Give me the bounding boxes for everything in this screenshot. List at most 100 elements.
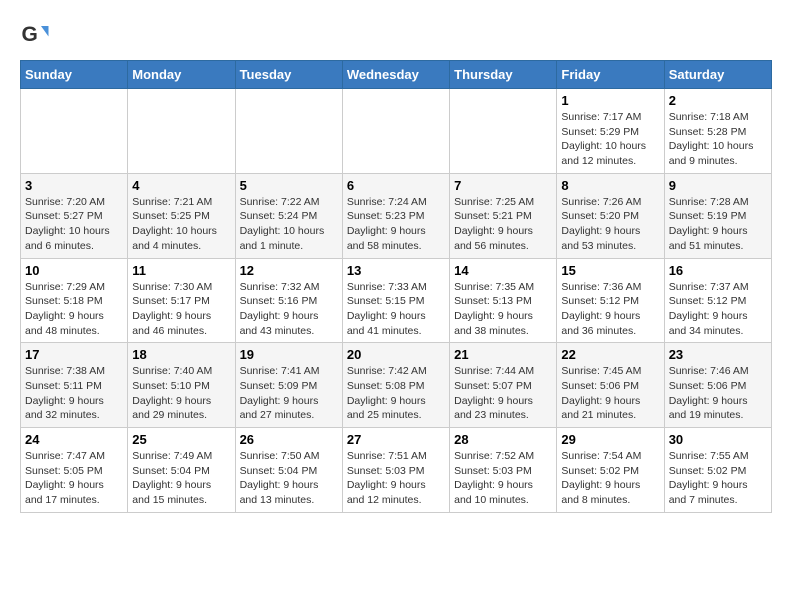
day-info: Sunrise: 7:28 AM Sunset: 5:19 PM Dayligh…	[669, 195, 767, 254]
calendar-cell: 20Sunrise: 7:42 AM Sunset: 5:08 PM Dayli…	[342, 343, 449, 428]
calendar-cell: 29 Sunrise: 7:54 AM Sunset: 5:02 PM Dayli…	[557, 428, 664, 513]
day-info: Sunrise: 7:44 AM Sunset: 5:07 PM Dayligh…	[454, 364, 552, 423]
weekday-header: Friday	[557, 61, 664, 89]
calendar-cell: 2 Sunrise: 7:18 AM Sunset: 5:28 PM Daylig…	[664, 89, 771, 174]
calendar-cell: 10 Sunrise: 7:29 AM Sunset: 5:18 PM Dayli…	[21, 258, 128, 343]
day-number: 4	[132, 178, 230, 193]
day-info: Sunrise: 7:33 AM Sunset: 5:15 PM Dayligh…	[347, 280, 445, 339]
day-info: Sunrise: 7:49 AM Sunset: 5:04 PM Dayligh…	[132, 449, 230, 508]
day-info: Sunrise: 7:46 AM Sunset: 5:06 PM Dayligh…	[669, 364, 767, 423]
calendar-cell: 14Sunrise: 7:35 AM Sunset: 5:13 PM Dayli…	[450, 258, 557, 343]
day-info: Sunrise: 7:35 AM Sunset: 5:13 PM Dayligh…	[454, 280, 552, 339]
day-number: 11	[132, 263, 230, 278]
calendar-cell: 11 Sunrise: 7:30 AM Sunset: 5:17 PM Dayli…	[128, 258, 235, 343]
day-number: 10	[25, 263, 123, 278]
day-info: Sunrise: 7:18 AM Sunset: 5:28 PM Dayligh…	[669, 110, 767, 169]
calendar-cell: 25 Sunrise: 7:49 AM Sunset: 5:04 PM Dayli…	[128, 428, 235, 513]
weekday-header: Sunday	[21, 61, 128, 89]
day-info: Sunrise: 7:54 AM Sunset: 5:02 PM Dayligh…	[561, 449, 659, 508]
day-number: 2	[669, 93, 767, 108]
day-info: Sunrise: 7:26 AM Sunset: 5:20 PM Dayligh…	[561, 195, 659, 254]
weekday-header: Thursday	[450, 61, 557, 89]
day-info: Sunrise: 7:36 AM Sunset: 5:12 PM Dayligh…	[561, 280, 659, 339]
day-info: Sunrise: 7:21 AM Sunset: 5:25 PM Dayligh…	[132, 195, 230, 254]
calendar-cell: 19 Sunrise: 7:41 AM Sunset: 5:09 PM Dayli…	[235, 343, 342, 428]
day-info: Sunrise: 7:17 AM Sunset: 5:29 PM Dayligh…	[561, 110, 659, 169]
day-number: 17	[25, 347, 123, 362]
day-number: 9	[669, 178, 767, 193]
day-number: 18	[132, 347, 230, 362]
calendar-cell	[450, 89, 557, 174]
calendar-cell: 13 Sunrise: 7:33 AM Sunset: 5:15 PM Dayli…	[342, 258, 449, 343]
day-number: 24	[25, 432, 123, 447]
day-number: 16	[669, 263, 767, 278]
weekday-header: Tuesday	[235, 61, 342, 89]
day-info: Sunrise: 7:30 AM Sunset: 5:17 PM Dayligh…	[132, 280, 230, 339]
calendar-week-row: 24 Sunrise: 7:47 AM Sunset: 5:05 PM Dayli…	[21, 428, 772, 513]
weekday-header: Wednesday	[342, 61, 449, 89]
day-number: 23	[669, 347, 767, 362]
weekday-header: Saturday	[664, 61, 771, 89]
day-number: 27	[347, 432, 445, 447]
day-info: Sunrise: 7:40 AM Sunset: 5:10 PM Dayligh…	[132, 364, 230, 423]
day-number: 15	[561, 263, 659, 278]
day-info: Sunrise: 7:37 AM Sunset: 5:12 PM Dayligh…	[669, 280, 767, 339]
day-info: Sunrise: 7:45 AM Sunset: 5:06 PM Dayligh…	[561, 364, 659, 423]
day-number: 1	[561, 93, 659, 108]
day-info: Sunrise: 7:32 AM Sunset: 5:16 PM Dayligh…	[240, 280, 338, 339]
day-number: 20	[347, 347, 445, 362]
calendar-week-row: 10 Sunrise: 7:29 AM Sunset: 5:18 PM Dayli…	[21, 258, 772, 343]
calendar-cell	[235, 89, 342, 174]
calendar-cell: 8 Sunrise: 7:26 AM Sunset: 5:20 PM Daylig…	[557, 173, 664, 258]
logo-icon: G	[20, 20, 50, 50]
day-info: Sunrise: 7:25 AM Sunset: 5:21 PM Dayligh…	[454, 195, 552, 254]
day-number: 13	[347, 263, 445, 278]
day-number: 8	[561, 178, 659, 193]
calendar-cell: 30 Sunrise: 7:55 AM Sunset: 5:02 PM Dayli…	[664, 428, 771, 513]
day-info: Sunrise: 7:41 AM Sunset: 5:09 PM Dayligh…	[240, 364, 338, 423]
calendar-cell: 9 Sunrise: 7:28 AM Sunset: 5:19 PM Daylig…	[664, 173, 771, 258]
day-number: 29	[561, 432, 659, 447]
calendar-cell: 18 Sunrise: 7:40 AM Sunset: 5:10 PM Dayli…	[128, 343, 235, 428]
day-number: 25	[132, 432, 230, 447]
calendar-cell: 28 Sunrise: 7:52 AM Sunset: 5:03 PM Dayli…	[450, 428, 557, 513]
day-number: 7	[454, 178, 552, 193]
day-info: Sunrise: 7:55 AM Sunset: 5:02 PM Dayligh…	[669, 449, 767, 508]
day-number: 6	[347, 178, 445, 193]
calendar-cell: 27Sunrise: 7:51 AM Sunset: 5:03 PM Dayli…	[342, 428, 449, 513]
day-number: 26	[240, 432, 338, 447]
calendar-cell: 15 Sunrise: 7:36 AM Sunset: 5:12 PM Dayli…	[557, 258, 664, 343]
calendar-cell: 26 Sunrise: 7:50 AM Sunset: 5:04 PM Dayli…	[235, 428, 342, 513]
day-info: Sunrise: 7:50 AM Sunset: 5:04 PM Dayligh…	[240, 449, 338, 508]
day-info: Sunrise: 7:29 AM Sunset: 5:18 PM Dayligh…	[25, 280, 123, 339]
day-number: 30	[669, 432, 767, 447]
day-number: 21	[454, 347, 552, 362]
calendar-cell: 22 Sunrise: 7:45 AM Sunset: 5:06 PM Dayli…	[557, 343, 664, 428]
calendar-cell: 17 Sunrise: 7:38 AM Sunset: 5:11 PM Dayli…	[21, 343, 128, 428]
day-info: Sunrise: 7:47 AM Sunset: 5:05 PM Dayligh…	[25, 449, 123, 508]
calendar-cell	[342, 89, 449, 174]
calendar-cell: 16 Sunrise: 7:37 AM Sunset: 5:12 PM Dayli…	[664, 258, 771, 343]
page-header: G	[20, 20, 772, 50]
day-number: 22	[561, 347, 659, 362]
day-number: 19	[240, 347, 338, 362]
day-number: 28	[454, 432, 552, 447]
day-info: Sunrise: 7:22 AM Sunset: 5:24 PM Dayligh…	[240, 195, 338, 254]
calendar-header-row: SundayMondayTuesdayWednesdayThursdayFrid…	[21, 61, 772, 89]
calendar-week-row: 3Sunrise: 7:20 AM Sunset: 5:27 PM Daylig…	[21, 173, 772, 258]
svg-text:G: G	[22, 23, 38, 46]
calendar: SundayMondayTuesdayWednesdayThursdayFrid…	[20, 60, 772, 513]
calendar-cell: 1 Sunrise: 7:17 AM Sunset: 5:29 PM Daylig…	[557, 89, 664, 174]
calendar-week-row: 17 Sunrise: 7:38 AM Sunset: 5:11 PM Dayli…	[21, 343, 772, 428]
day-info: Sunrise: 7:52 AM Sunset: 5:03 PM Dayligh…	[454, 449, 552, 508]
logo: G	[20, 20, 52, 50]
day-number: 3	[25, 178, 123, 193]
calendar-cell: 21 Sunrise: 7:44 AM Sunset: 5:07 PM Dayli…	[450, 343, 557, 428]
calendar-cell: 4 Sunrise: 7:21 AM Sunset: 5:25 PM Daylig…	[128, 173, 235, 258]
weekday-header: Monday	[128, 61, 235, 89]
calendar-cell: 12Sunrise: 7:32 AM Sunset: 5:16 PM Dayli…	[235, 258, 342, 343]
calendar-cell: 23 Sunrise: 7:46 AM Sunset: 5:06 PM Dayli…	[664, 343, 771, 428]
calendar-week-row: 1 Sunrise: 7:17 AM Sunset: 5:29 PM Daylig…	[21, 89, 772, 174]
day-info: Sunrise: 7:38 AM Sunset: 5:11 PM Dayligh…	[25, 364, 123, 423]
day-info: Sunrise: 7:24 AM Sunset: 5:23 PM Dayligh…	[347, 195, 445, 254]
